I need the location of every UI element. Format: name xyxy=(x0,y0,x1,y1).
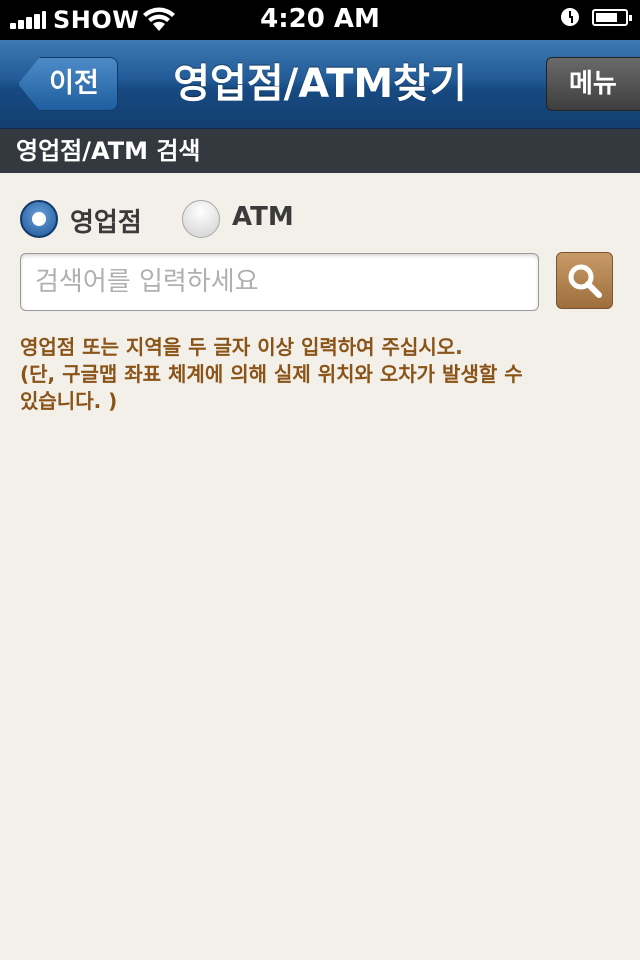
page-title: 영업점/ATM찾기 xyxy=(173,61,467,107)
radio-atm[interactable]: ATM xyxy=(182,198,302,242)
radio-branch-label: 영업점 xyxy=(70,208,142,238)
alarm-clock-icon xyxy=(561,8,579,26)
radio-selected-icon[interactable] xyxy=(20,200,58,238)
radio-atm-label: ATM xyxy=(232,202,294,232)
notice-line: (단, 구글맵 좌표 체계에 의해 실제 위치와 오차가 발생할 수 xyxy=(20,362,523,386)
radio-branch[interactable]: 영업점 xyxy=(20,198,160,242)
notice-line: 영업점 또는 지역을 두 글자 이상 입력하여 주십시오. xyxy=(20,335,463,359)
menu-button[interactable]: 메뉴 xyxy=(546,57,640,111)
section-header: 영업점/ATM 검색 xyxy=(0,129,640,173)
radio-unselected-icon[interactable] xyxy=(182,200,220,238)
search-button[interactable] xyxy=(556,252,613,309)
status-bar: SHOW 4:20 AM xyxy=(0,0,640,40)
status-time: 4:20 AM xyxy=(260,4,380,34)
magnifier-icon xyxy=(568,264,602,298)
battery-level xyxy=(596,13,617,22)
notice-line: 있습니다. ) xyxy=(20,389,118,413)
battery-icon xyxy=(592,9,632,26)
search-input[interactable] xyxy=(20,253,539,311)
navigation-bar: 이전 영업점/ATM찾기 메뉴 xyxy=(0,40,640,129)
search-notice: 영업점 또는 지역을 두 글자 이상 입력하여 주십시오. (단, 구글맵 좌표… xyxy=(20,334,620,415)
